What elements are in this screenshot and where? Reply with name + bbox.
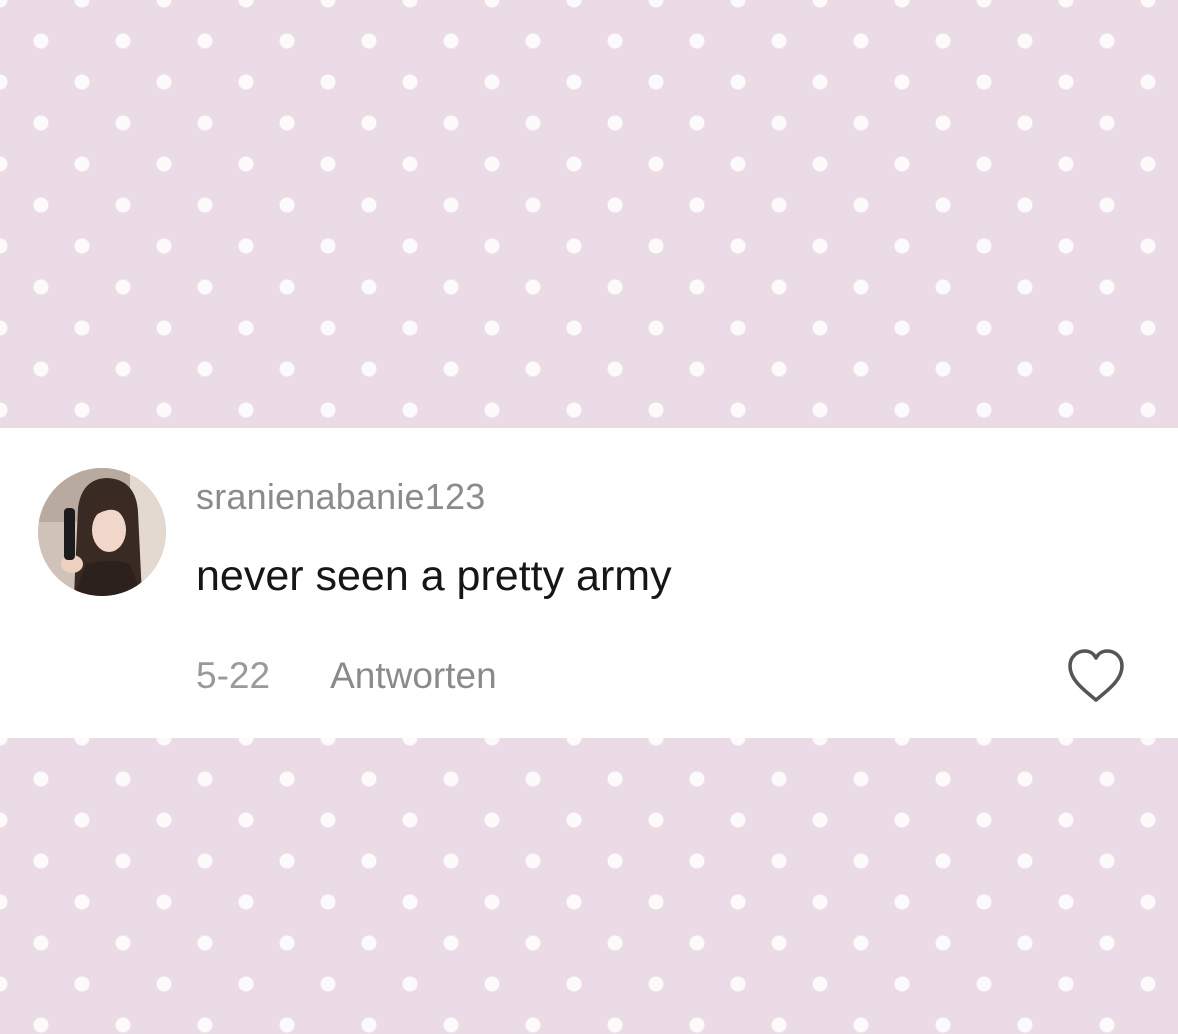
comment-date: 5-22: [196, 655, 271, 696]
user-avatar[interactable]: [38, 468, 166, 596]
heart-outline-icon: [1068, 649, 1124, 702]
comment-username[interactable]: sranienabanie123: [196, 476, 485, 518]
comment-text: never seen a pretty army: [196, 552, 672, 600]
comment-card: sranienabanie123 never seen a pretty arm…: [0, 428, 1178, 738]
comment-meta-row: 5-22 Antworten: [196, 654, 497, 698]
reply-button[interactable]: Antworten: [330, 655, 497, 697]
avatar-photo-icon: [38, 468, 166, 596]
like-button[interactable]: [1064, 646, 1128, 706]
